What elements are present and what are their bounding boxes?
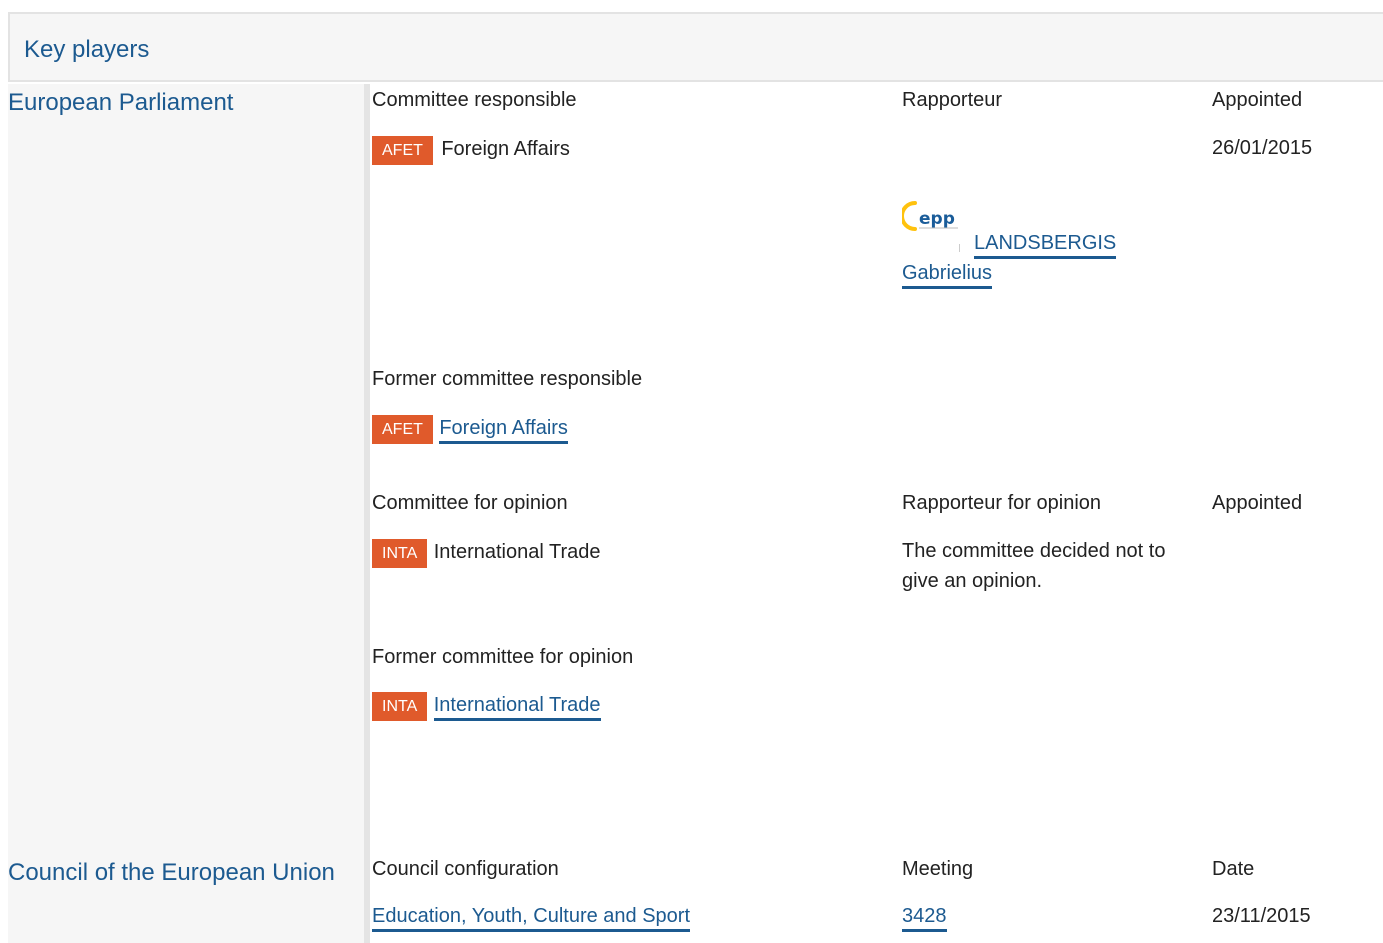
rapporteur-heading: Rapporteur (902, 89, 1003, 111)
council-configuration-link[interactable]: Education, Youth, Culture and Sport (372, 905, 691, 932)
section-title: Key players (24, 36, 150, 63)
committee-name: International Trade (433, 541, 601, 563)
svg-text:epp: epp (919, 209, 955, 229)
appointed-date: 26/01/2015 (1212, 137, 1313, 159)
committee-code-badge: AFET (372, 136, 433, 165)
committee-for-opinion-heading: Committee for opinion (372, 492, 568, 514)
council-configuration-heading: Council configuration (372, 858, 559, 880)
former-committee-for-opinion-row: INTA International Trade (372, 692, 601, 721)
date-heading: Date (1212, 858, 1255, 880)
council-date: 23/11/2015 (1212, 905, 1311, 927)
rapporteur-for-opinion-heading: Rapporteur for opinion (902, 492, 1102, 514)
former-committee-for-opinion-heading: Former committee for opinion (372, 646, 634, 668)
committee-name: Foreign Affairs (441, 138, 570, 160)
meeting-link[interactable]: 3428 (902, 905, 947, 932)
former-opinion-committee-link[interactable]: International Trade (433, 694, 601, 721)
committee-for-opinion-row: INTA International Trade (372, 539, 601, 568)
opinion-note-line2: give an opinion. (902, 570, 1043, 592)
key-players-header (8, 12, 1383, 82)
body-name-european-parliament: European Parliament (8, 89, 234, 116)
committee-code-badge: AFET (372, 415, 433, 444)
former-committee-link[interactable]: Foreign Affairs (439, 417, 568, 444)
rapporteur-link-continued[interactable]: Gabrielius (902, 262, 993, 289)
former-committee-responsible-heading: Former committee responsible (372, 368, 643, 390)
committee-responsible-row: AFET Foreign Affairs (372, 136, 570, 165)
meeting-wrap: 3428 (902, 905, 947, 932)
committee-code-badge: INTA (372, 539, 428, 568)
epp-logo-icon: epp (900, 192, 961, 252)
body-name-council: Council of the European Union (8, 859, 335, 886)
left-column (8, 84, 370, 943)
former-committee-responsible-row: AFET Foreign Affairs (372, 415, 568, 444)
column-divider (364, 84, 370, 943)
appointed-heading: Appointed (1212, 89, 1303, 111)
rapporteur-link[interactable]: LANDSBERGIS (974, 232, 1117, 259)
opinion-appointed-heading: Appointed (1212, 492, 1303, 514)
meeting-heading: Meeting (902, 858, 974, 880)
opinion-note-line1: The committee decided not to (902, 540, 1166, 562)
committee-code-badge: INTA (372, 692, 428, 721)
rapporteur-link-line1-wrap: LANDSBERGIS (974, 232, 1117, 259)
rapporteur-link-line2-wrap: Gabrielius (902, 262, 993, 289)
council-configuration-wrap: Education, Youth, Culture and Sport (372, 905, 691, 932)
committee-responsible-heading: Committee responsible (372, 89, 577, 111)
